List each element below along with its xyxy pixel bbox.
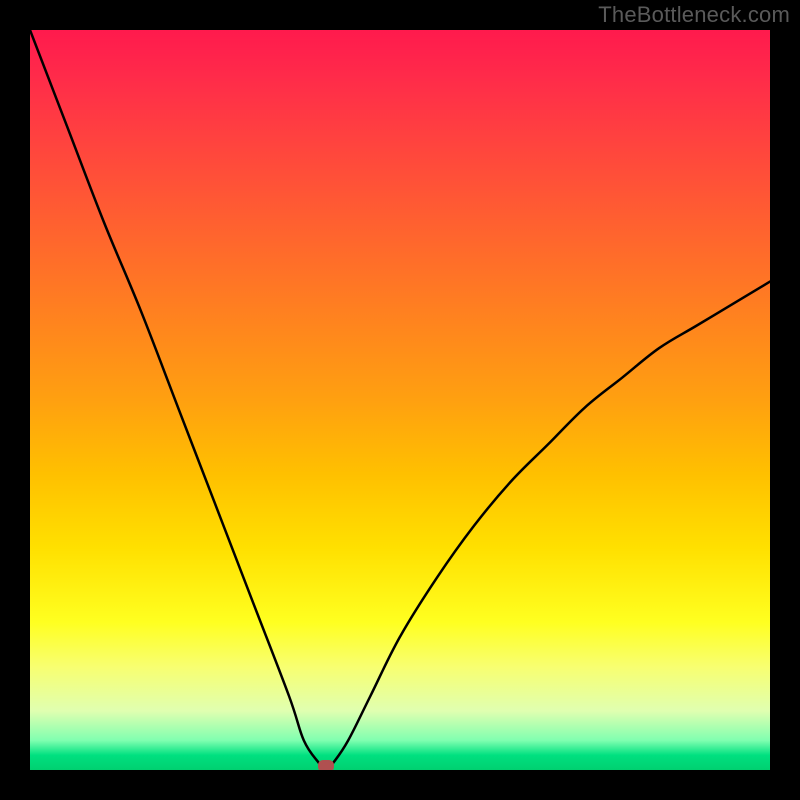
minimum-marker-icon [318,760,334,770]
bottleneck-curve [30,30,770,770]
plot-area [30,30,770,770]
curve-svg [30,30,770,770]
watermark-text: TheBottleneck.com [598,2,790,28]
